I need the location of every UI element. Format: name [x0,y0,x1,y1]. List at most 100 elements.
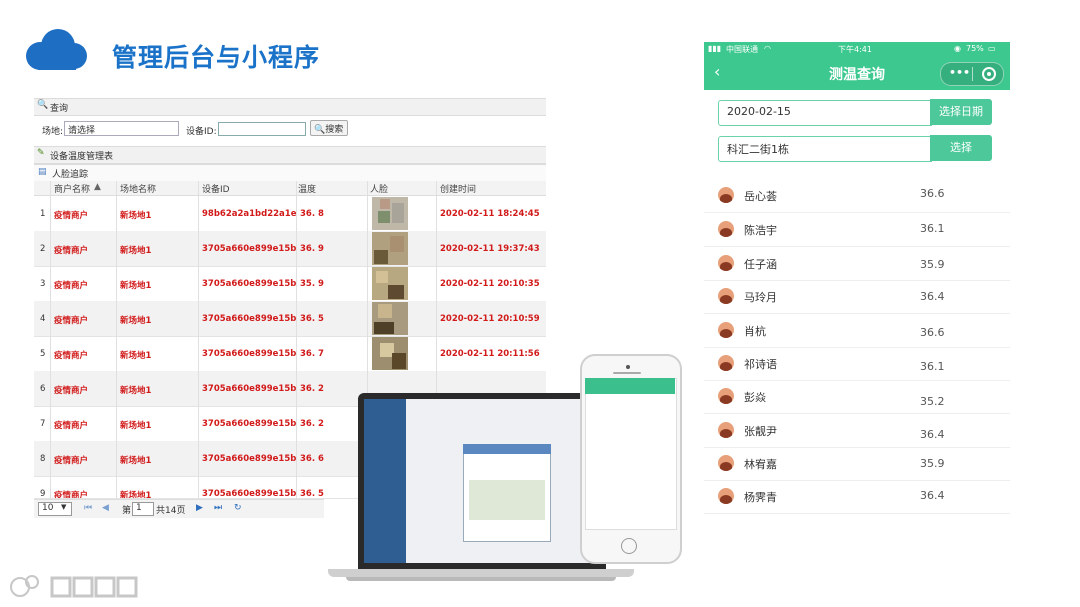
col-face[interactable]: 人脸 [370,182,388,195]
chart-icon: ▤ [38,167,47,177]
tracking-bar: ▤ 人脸追踪 [34,164,546,182]
list-item[interactable]: 任子涵 35.9 [704,247,1010,281]
page-prefix: 第 [122,506,132,516]
next-page-icon[interactable]: ▶ [196,503,203,513]
list-item[interactable]: 岳心荟 36.6 [704,179,1010,213]
column-divider [296,181,297,499]
person-temperature: 35.2 [920,395,945,408]
phone-camera [626,365,630,369]
person-name: 张靓尹 [744,425,777,438]
table-row[interactable]: 2 疫情商户 新场地1 3705a660e899e15b 36. 9 2020-… [34,231,546,267]
date-field[interactable]: 2020-02-15 [718,100,932,126]
list-item[interactable]: 祁诗语 36.1 [704,347,1010,381]
cloud-icon [26,29,87,70]
avatar [718,422,734,438]
sort-asc-icon[interactable]: ▲ [94,182,101,192]
list-item[interactable]: 林宥嘉 35.9 [704,447,1010,481]
alarm-icon: ◉ [954,44,961,53]
person-temperature: 36.4 [920,428,945,441]
chevron-down-icon: ⌄ [68,122,76,132]
face-thumbnail[interactable] [372,337,408,370]
person-name: 杨霁青 [744,491,777,504]
pagination-bar: 10 ▼ ⏮ ◀ 第 1 共14页 ▶ ⏭ ↻ [34,499,324,518]
avatar [718,355,734,371]
list-item[interactable]: 张靓尹 36.4 [704,414,1010,448]
list-item[interactable]: 彭焱 35.2 [704,380,1010,414]
close-icon[interactable] [982,67,996,81]
face-thumbnail[interactable] [372,302,408,335]
person-temperature: 35.9 [920,457,945,470]
face-thumbnail[interactable] [372,232,408,265]
table-row[interactable]: 4 疫情商户 新场地1 3705a660e899e15b 36. 5 2020-… [34,301,546,337]
avatar [718,187,734,203]
person-name: 祁诗语 [744,358,777,371]
person-name: 任子涵 [744,258,777,271]
query-header: 🔍 查询 [34,98,546,116]
avatar [718,288,734,304]
venue-select[interactable]: 请选择 ⌄ [64,121,179,136]
search-button-label: 🔍搜索 [314,125,344,135]
select-button[interactable]: 选择 [930,135,992,161]
col-temperature[interactable]: 温度 [298,182,316,195]
col-created-time[interactable]: 创建时间 [440,182,476,195]
face-thumbnail[interactable] [372,197,408,230]
column-divider [50,181,51,499]
page-size-select[interactable]: 10 ▼ [38,502,72,516]
face-thumbnail[interactable] [372,267,408,300]
laptop-sidebar [364,399,406,563]
laptop-base [328,569,634,577]
list-item[interactable]: 陈浩宇 36.1 [704,213,1010,247]
list-item[interactable]: 杨霁青 36.4 [704,480,1010,514]
device-id-input[interactable] [218,122,306,136]
col-venue[interactable]: 场地名称 [120,182,156,195]
person-name: 岳心荟 [744,190,777,203]
table-row[interactable]: 3 疫情商户 新场地1 3705a660e899e15b 35. 9 2020-… [34,266,546,302]
table-row[interactable]: 5 疫情商户 新场地1 3705a660e899e15b 36. 7 2020-… [34,336,546,372]
person-temperature: 36.6 [920,326,945,339]
avatar [718,255,734,271]
device-id-label: 设备ID: [186,127,217,137]
person-name: 陈浩宇 [744,224,777,237]
search-button[interactable]: 🔍搜索 [310,120,348,136]
person-temperature: 36.1 [920,222,945,235]
avatar [718,221,734,237]
last-page-icon[interactable]: ⏭ [214,503,222,513]
battery-icon: ▭ [988,44,996,53]
building-field[interactable]: 科汇二街1栋 [718,136,932,162]
col-device-id[interactable]: 设备ID [202,182,230,195]
query-label: 查询 [50,104,69,114]
phone-screen-header [585,378,675,394]
laptop-base-shadow [346,577,616,581]
table-title: 设备温度管理表 [50,152,114,162]
select-date-button[interactable]: 选择日期 [930,99,992,125]
first-page-icon[interactable]: ⏮ [84,503,92,513]
person-name: 林宥嘉 [744,458,777,471]
more-icon[interactable]: ••• [949,66,970,79]
column-divider [198,181,199,499]
phone-speaker [613,372,641,374]
status-battery: 75% [966,44,984,53]
refresh-icon[interactable]: ↻ [234,503,242,513]
table-row[interactable]: 1 疫情商户 新场地1 98b62a2a1bd22a1e 36. 8 2020-… [34,196,546,232]
avatar [718,488,734,504]
avatar [718,388,734,404]
table-header: 商户名称 ▲ 场地名称 设备ID 温度 人脸 创建时间 [34,181,546,196]
person-name: 肖杭 [744,325,766,338]
list-item[interactable]: 马玲月 36.4 [704,280,1010,314]
page-number-input[interactable]: 1 [132,502,154,516]
watermark-logo [10,575,138,598]
phone-home-button [621,538,637,554]
tracking-label[interactable]: 人脸追踪 [52,167,88,180]
laptop-modal-header [463,444,551,454]
phone-screen [585,378,677,530]
list-item[interactable]: 肖杭 36.6 [704,314,1010,348]
person-temperature: 36.6 [920,187,945,200]
table-title-bar: ✎ 设备温度管理表 [34,146,546,164]
person-name: 马玲月 [744,291,777,304]
laptop-map [469,480,545,520]
status-carrier: 中国联通 [726,45,758,54]
person-name: 彭焱 [744,391,766,404]
capsule-menu[interactable]: ••• [940,62,1004,86]
prev-page-icon[interactable]: ◀ [102,503,109,513]
col-merchant[interactable]: 商户名称 [54,182,90,195]
